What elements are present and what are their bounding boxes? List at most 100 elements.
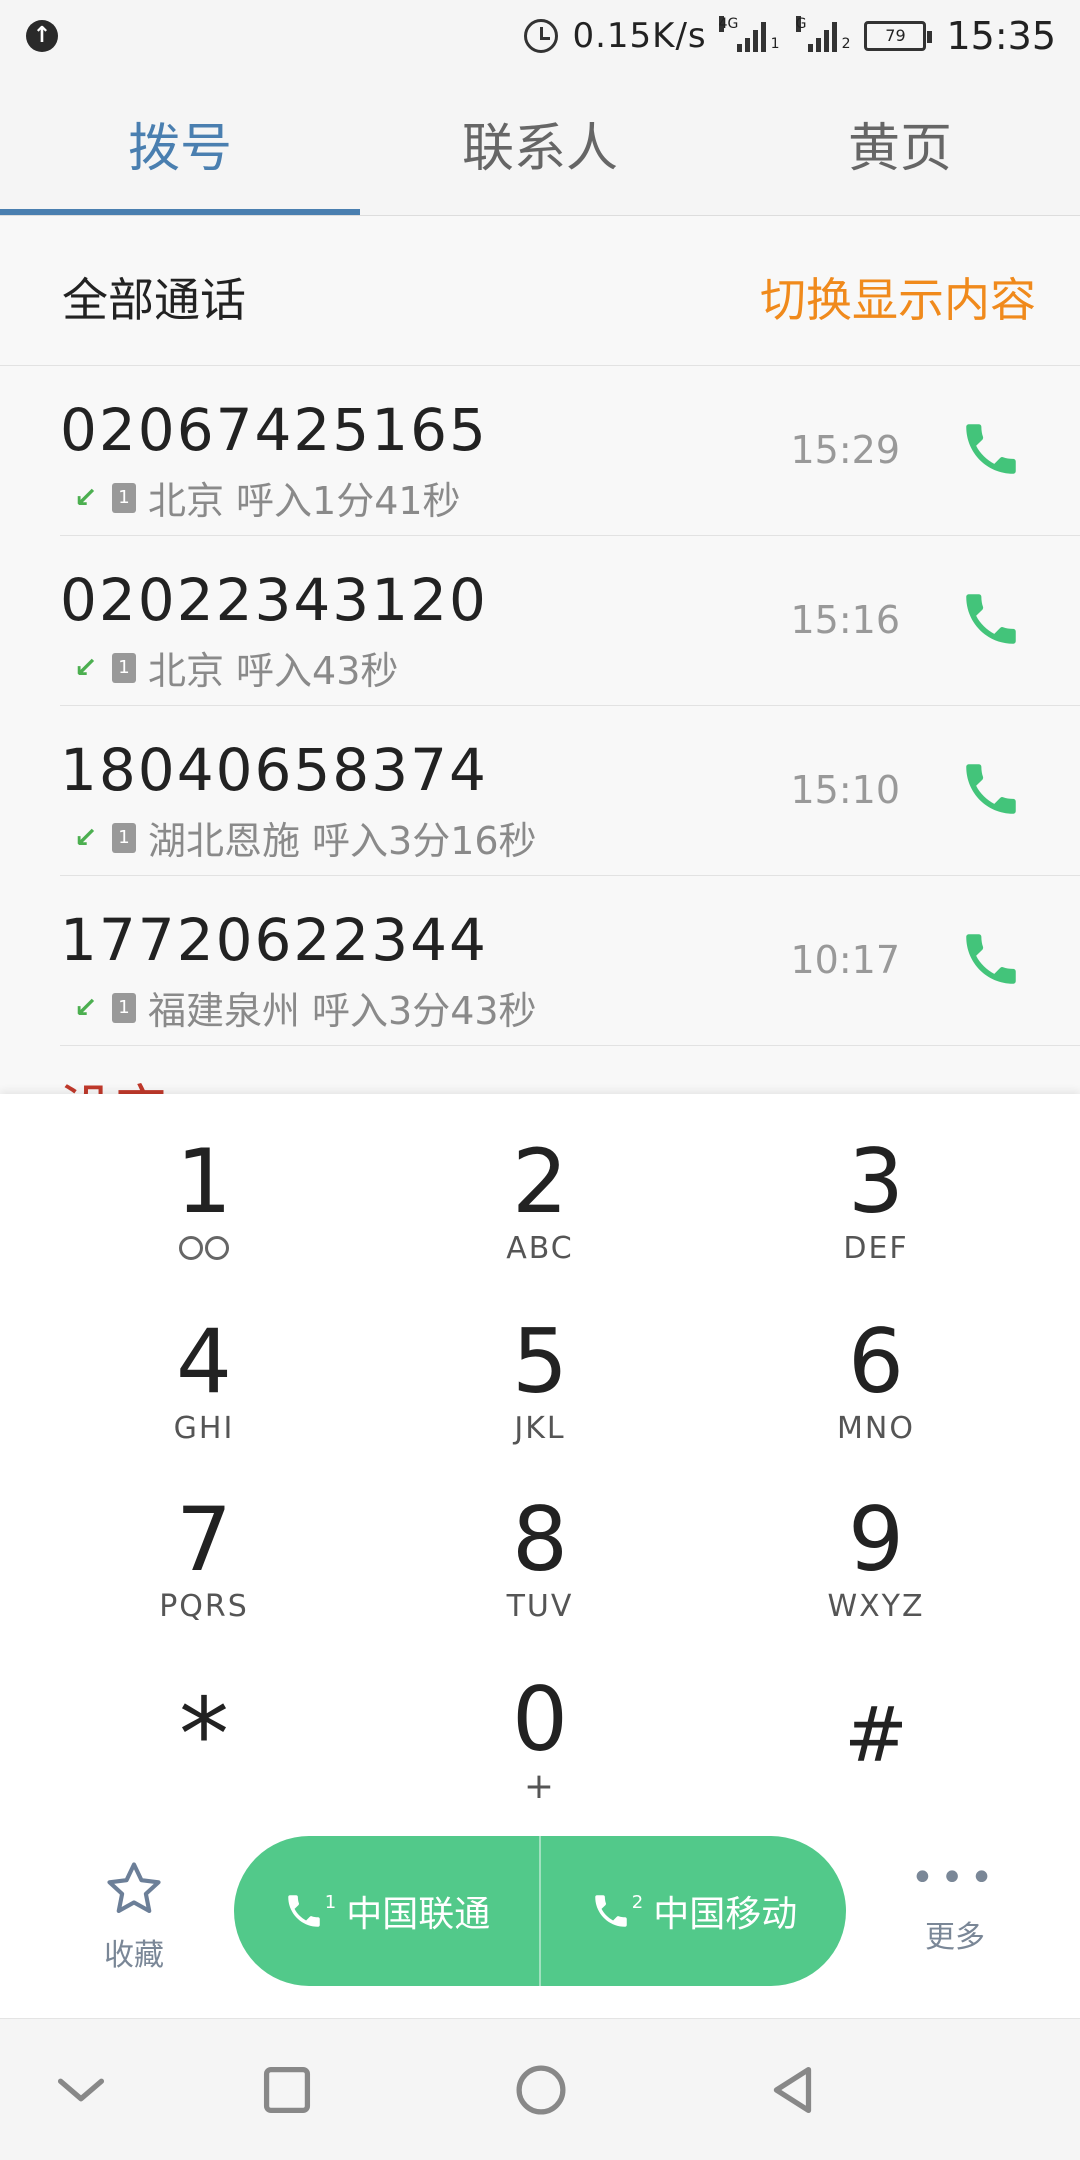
key-digit: 5 (512, 1310, 568, 1413)
call-sim2-button[interactable]: 2 中国移动 (539, 1836, 846, 1986)
sim2-network-label: G (795, 16, 807, 32)
call-filter-row: 全部通话 切换显示内容 (0, 216, 1080, 366)
call-meta: ↙ 1 湖北恩施 呼入3分16秒 (74, 810, 537, 865)
sim1-signal-icon: 4G 1 (718, 16, 780, 52)
key-digit: 4 (176, 1310, 232, 1413)
key-star[interactable]: * (44, 1680, 364, 1840)
key-9[interactable]: 9 WXYZ (716, 1490, 1036, 1650)
call-time: 15:10 (790, 768, 900, 812)
key-digit: 1 (176, 1130, 232, 1233)
call-location: 福建泉州 (148, 989, 301, 1033)
phone-call-icon[interactable] (958, 756, 1024, 822)
top-tabs: 拨号 联系人 黄页 (0, 72, 1080, 216)
call-filter-title[interactable]: 全部通话 (62, 264, 246, 330)
call-log-row[interactable]: 18040658374 ↙ 1 湖北恩施 呼入3分16秒 15:10 (60, 706, 1080, 876)
status-bar: ↑ 0.15K/s 4G 1 G 2 79 15:35 (0, 0, 1080, 72)
recent-apps-icon[interactable] (252, 2055, 322, 2125)
home-icon[interactable] (506, 2055, 576, 2125)
call-location: 北京 (148, 479, 225, 523)
key-digit: 7 (176, 1488, 232, 1591)
key-letters: PQRS (159, 1589, 249, 1624)
sim1-index: 1 (324, 1891, 337, 1913)
call-number: 02067425165 (60, 396, 488, 464)
sim2-index: 2 (841, 36, 851, 52)
more-button[interactable]: ••• 更多 (900, 1858, 1010, 1956)
system-nav-bar (0, 2018, 1080, 2160)
call-meta: ↙ 1 福建泉州 呼入3分43秒 (74, 980, 537, 1035)
sim1-carrier-label: 中国联通 (346, 1894, 491, 1935)
call-detail: 呼入3分16秒 (312, 819, 537, 863)
favorites-label: 收藏 (104, 1938, 164, 1973)
key-digit: 9 (848, 1488, 904, 1591)
phone-icon (288, 1895, 320, 1927)
upload-icon: ↑ (26, 20, 58, 52)
key-digit: 3 (848, 1130, 904, 1233)
chevron-down-icon[interactable] (46, 2055, 116, 2125)
key-4[interactable]: 4 GHI (44, 1312, 364, 1472)
call-log-row[interactable]: 02022343120 ↙ 1 北京 呼入43秒 15:16 (60, 536, 1080, 706)
call-meta: ↙ 1 北京 呼入1分41秒 (74, 470, 461, 525)
phone-call-icon[interactable] (958, 416, 1024, 482)
back-icon[interactable] (756, 2055, 826, 2125)
key-letters: TUV (506, 1589, 574, 1624)
key-letters: WXYZ (827, 1589, 925, 1624)
call-number: 02022343120 (60, 566, 488, 634)
key-5[interactable]: 5 JKL (380, 1312, 700, 1472)
sim1-index: 1 (770, 36, 780, 52)
call-log-list[interactable]: 02067425165 ↙ 1 北京 呼入1分41秒 15:29 0202234… (0, 366, 1080, 1096)
key-digit: 2 (512, 1130, 568, 1233)
key-digit: 6 (848, 1310, 904, 1413)
sim2-signal-icon: G 2 (795, 16, 851, 52)
tab-yellow-pages[interactable]: 黄页 (720, 72, 1080, 215)
call-number: 18040658374 (60, 736, 488, 804)
key-digit: 8 (512, 1488, 568, 1591)
toggle-display-button[interactable]: 切换显示内容 (760, 264, 1036, 330)
sim2-carrier-label: 中国移动 (653, 1894, 798, 1935)
incoming-call-icon: ↙ (74, 651, 98, 684)
key-3[interactable]: 3 DEF (716, 1132, 1036, 1292)
favorites-button[interactable]: 收藏 (84, 1858, 184, 1974)
sim-card-icon: 1 (112, 992, 136, 1023)
key-letters: GHI (173, 1411, 235, 1446)
key-letters: ABC (506, 1231, 574, 1266)
tab-contacts[interactable]: 联系人 (360, 72, 720, 215)
status-indicators: 0.15K/s 4G 1 G 2 79 15:35 (524, 8, 1056, 64)
key-1[interactable]: 1 (44, 1132, 364, 1292)
call-location: 北京 (148, 649, 225, 693)
phone-call-icon[interactable] (958, 586, 1024, 652)
phone-icon (595, 1895, 627, 1927)
call-log-row[interactable]: 02067425165 ↙ 1 北京 呼入1分41秒 15:29 (60, 366, 1080, 536)
key-letters: MNO (837, 1411, 915, 1446)
tab-dialer[interactable]: 拨号 (0, 72, 360, 215)
net-speed: 0.15K/s (572, 16, 707, 56)
sim-card-icon: 1 (112, 482, 136, 513)
call-time: 10:17 (790, 938, 900, 982)
key-hash[interactable]: # (716, 1680, 1036, 1840)
call-log-row[interactable]: 17720622344 ↙ 1 福建泉州 呼入3分43秒 10:17 (60, 876, 1080, 1046)
phone-call-icon[interactable] (958, 926, 1024, 992)
key-letters: JKL (514, 1411, 566, 1446)
key-2[interactable]: 2 ABC (380, 1132, 700, 1292)
incoming-call-icon: ↙ (74, 991, 98, 1024)
dual-sim-call-button: 1 中国联通 2 中国移动 (234, 1836, 846, 1986)
sim-card-icon: 1 (112, 652, 136, 683)
more-label: 更多 (925, 1920, 985, 1955)
key-digit: * (179, 1676, 229, 1793)
battery-icon: 79 (864, 21, 933, 51)
call-number: 17720622344 (60, 906, 488, 974)
key-7[interactable]: 7 PQRS (44, 1490, 364, 1650)
key-6[interactable]: 6 MNO (716, 1312, 1036, 1472)
sim1-network-label: 4G (718, 16, 739, 32)
status-time: 15:35 (946, 14, 1056, 58)
call-sim1-button[interactable]: 1 中国联通 (234, 1836, 539, 1986)
incoming-call-icon: ↙ (74, 481, 98, 514)
key-letters: + (523, 1766, 557, 1807)
call-location: 湖北恩施 (148, 819, 301, 863)
call-time: 15:16 (790, 598, 900, 642)
key-8[interactable]: 8 TUV (380, 1490, 700, 1650)
alarm-icon (524, 19, 559, 53)
sim2-index: 2 (631, 1891, 644, 1913)
key-0[interactable]: 0 + (380, 1670, 700, 1830)
voicemail-icon (179, 1236, 229, 1260)
call-time: 15:29 (790, 428, 900, 472)
